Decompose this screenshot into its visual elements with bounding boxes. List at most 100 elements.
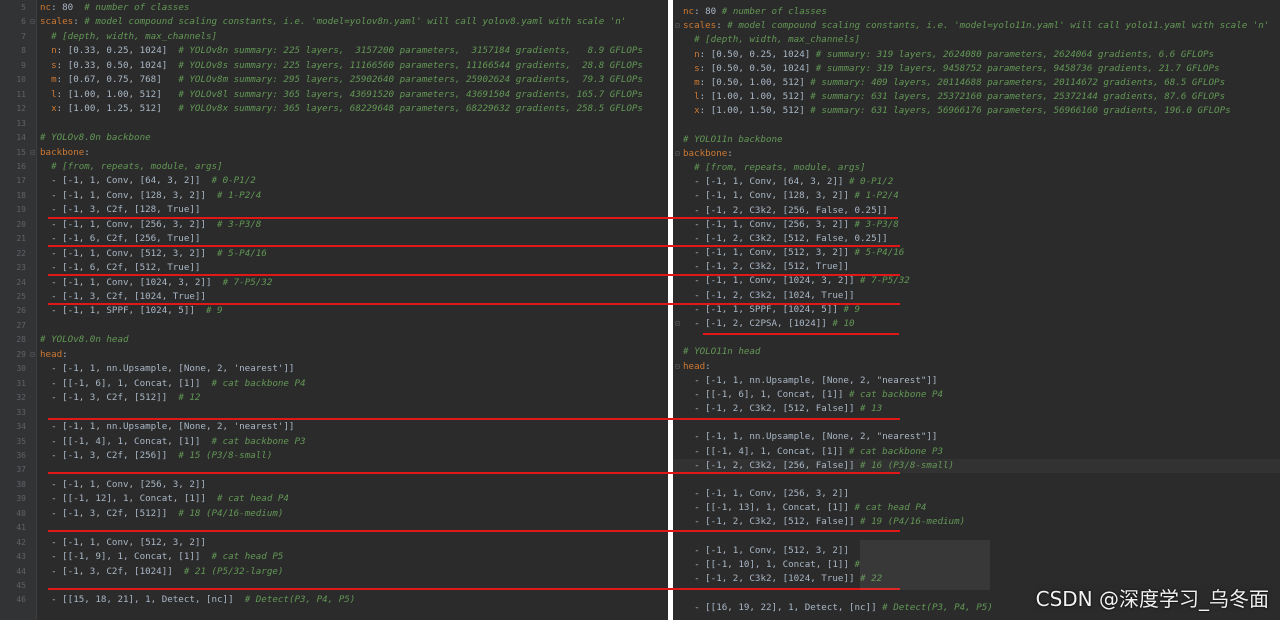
line-number: 44: [16, 566, 26, 576]
code-line[interactable]: m: [0.50, 1.00, 512] # summary: 409 laye…: [673, 76, 1280, 90]
code-line[interactable]: # YOLO11n backbone: [673, 133, 1280, 147]
yaml-value: - [-1, 1, nn.Upsample, [None, 2, 'neares…: [51, 421, 295, 433]
code-line[interactable]: - [[-1, 4], 1, Concat, [1]] # cat backbo…: [673, 445, 1280, 459]
code-line[interactable]: 44 - [-1, 3, C2f, [1024]] # 21 (P5/32-la…: [0, 565, 668, 579]
code-line[interactable]: x: [1.00, 1.50, 512] # summary: 631 laye…: [673, 104, 1280, 118]
code-line[interactable]: 8 n: [0.33, 0.25, 1024] # YOLOv8n summar…: [0, 44, 668, 58]
code-line[interactable]: 36 - [-1, 3, C2f, [256]] # 15 (P3/8-smal…: [0, 449, 668, 463]
code-line[interactable]: 42 - [-1, 1, Conv, [512, 3, 2]]: [0, 536, 668, 550]
yaml-value: - [[16, 19, 22], 1, Detect, [nc]]: [694, 601, 883, 613]
right-code-editor[interactable]: nc: 80 # number of classes ⊟ scales: # mod…: [673, 0, 1280, 620]
code-line[interactable]: - [-1, 1, Conv, [1024, 3, 2]] # 7-P5/32: [673, 274, 1280, 288]
code-line[interactable]: 10 m: [0.67, 0.75, 768] # YOLOv8m summar…: [0, 73, 668, 87]
fold-marker-icon[interactable]: ⊟: [30, 146, 35, 160]
code-line[interactable]: 18 - [-1, 1, Conv, [128, 3, 2]] # 1-P2/4: [0, 189, 668, 203]
code-text: - [-1, 1, Conv, [128, 3, 2]] # 1-P2/4: [40, 189, 261, 203]
code-line[interactable]: ⊟ scales: # model compound scaling consta…: [673, 19, 1280, 33]
code-line[interactable]: ⊟ - [-1, 2, C2PSA, [1024]] # 10: [673, 317, 1280, 331]
code-line[interactable]: 41: [0, 521, 668, 535]
code-line[interactable]: - [-1, 1, Conv, [128, 3, 2]] # 1-P2/4: [673, 189, 1280, 203]
code-line[interactable]: 12 x: [1.00, 1.25, 512] # YOLOv8x summar…: [0, 102, 668, 116]
code-line[interactable]: - [-1, 2, C3k2, [256, False]] # 16 (P3/8…: [673, 458, 1280, 474]
code-line[interactable]: # [from, repeats, module, args]: [673, 161, 1280, 175]
code-line[interactable]: 24 - [-1, 1, Conv, [1024, 3, 2]] # 7-P5/…: [0, 276, 668, 290]
code-line[interactable]: ⊟ head:: [673, 360, 1280, 374]
yaml-value: : [0.33, 0.50, 1024]: [56, 59, 179, 71]
code-line[interactable]: 14 # YOLOv8.0n backbone: [0, 131, 668, 145]
code-line[interactable]: - [-1, 1, Conv, [256, 3, 2]]: [673, 487, 1280, 501]
code-line[interactable]: - [-1, 2, C3k2, [1024, True]]: [673, 289, 1280, 303]
fold-marker-icon[interactable]: ⊟: [675, 19, 680, 33]
yaml-comment: # 21 (P5/32-large): [183, 565, 284, 577]
yaml-comment: # 15 (P3/8-small): [178, 449, 273, 461]
code-line[interactable]: 5 nc: 80 # number of classes: [0, 1, 668, 15]
code-line[interactable]: 22 - [-1, 1, Conv, [512, 3, 2]] # 5-P4/1…: [0, 247, 668, 261]
annotation-line: [48, 472, 900, 474]
yaml-value: :: [84, 146, 90, 158]
fold-marker-icon[interactable]: ⊟: [675, 360, 680, 374]
code-line[interactable]: 37: [0, 463, 668, 477]
fold-marker-icon[interactable]: ⊟: [30, 348, 35, 362]
code-line[interactable]: nc: 80 # number of classes: [673, 5, 1280, 19]
code-text: - [-1, 1, nn.Upsample, [None, 2, "neares…: [683, 430, 937, 444]
code-line[interactable]: 34 - [-1, 1, nn.Upsample, [None, 2, 'nea…: [0, 420, 668, 434]
code-line[interactable]: 32 - [-1, 3, C2f, [512]] # 12: [0, 391, 668, 405]
code-line[interactable]: - [-1, 1, nn.Upsample, [None, 2, "neares…: [673, 430, 1280, 444]
yaml-key: backbone: [683, 147, 728, 159]
fold-marker-icon[interactable]: ⊟: [675, 317, 680, 331]
code-line[interactable]: 35 - [[-1, 4], 1, Concat, [1]] # cat bac…: [0, 435, 668, 449]
code-line[interactable]: s: [0.50, 0.50, 1024] # summary: 319 lay…: [673, 62, 1280, 76]
code-line[interactable]: 31 - [[-1, 6], 1, Concat, [1]] # cat bac…: [0, 377, 668, 391]
yaml-value: - [-1, 1, Conv, [512, 3, 2]]: [694, 544, 849, 556]
code-line[interactable]: - [-1, 2, C3k2, [512, True]]: [673, 260, 1280, 274]
code-line[interactable]: - [-1, 1, nn.Upsample, [None, 2, "neares…: [673, 374, 1280, 388]
code-line[interactable]: 13: [0, 117, 668, 131]
code-line[interactable]: 27: [0, 319, 668, 333]
code-line[interactable]: [673, 473, 1280, 487]
code-line[interactable]: 30 - [-1, 1, nn.Upsample, [None, 2, 'nea…: [0, 362, 668, 376]
code-line[interactable]: 45: [0, 579, 668, 593]
fold-marker-icon[interactable]: ⊟: [675, 147, 680, 161]
code-line[interactable]: - [-1, 1, Conv, [512, 3, 2]] # 5-P4/16: [673, 246, 1280, 260]
yaml-comment: # cat backbone P4: [211, 377, 306, 389]
yaml-comment: # YOLOv8m summary: 295 layers, 25902640 …: [178, 74, 643, 86]
yaml-comment: # summary: 631 layers, 25372160 paramete…: [810, 91, 1226, 103]
code-line[interactable]: - [-1, 2, C3k2, [512, False]] # 13: [673, 402, 1280, 416]
code-line[interactable]: 6 ⊟ scales: # model compound scaling const…: [0, 15, 668, 29]
code-line[interactable]: # YOLO11n head: [673, 345, 1280, 359]
code-text: m: [0.50, 1.00, 512] # summary: 409 laye…: [683, 76, 1225, 90]
code-line[interactable]: 7 # [depth, width, max_channels]: [0, 30, 668, 44]
line-number: 35: [16, 436, 26, 446]
yaml-comment: # cat head P4: [854, 502, 927, 514]
code-line[interactable]: 43 - [[-1, 9], 1, Concat, [1]] # cat hea…: [0, 550, 668, 564]
code-line[interactable]: 16 # [from, repeats, module, args]: [0, 160, 668, 174]
code-line[interactable]: 40 - [-1, 3, C2f, [512]] # 18 (P4/16-med…: [0, 507, 668, 521]
code-line[interactable]: 28 # YOLOv8.0n head: [0, 333, 668, 347]
code-line[interactable]: ⊟ backbone:: [673, 147, 1280, 161]
code-line[interactable]: 46 - [[15, 18, 21], 1, Detect, [nc]] # D…: [0, 593, 668, 607]
code-line[interactable]: - [[-1, 6], 1, Concat, [1]] # cat backbo…: [673, 388, 1280, 402]
code-line[interactable]: [673, 118, 1280, 132]
code-line[interactable]: 9 s: [0.33, 0.50, 1024] # YOLOv8s summar…: [0, 59, 668, 73]
left-code-editor[interactable]: 5 nc: 80 # number of classes 6 ⊟ scales: # m…: [0, 0, 668, 620]
redaction-smudge: [860, 540, 990, 590]
yaml-value: - [[-1, 13], 1, Concat, [1]]: [694, 502, 855, 514]
code-line[interactable]: 17 - [-1, 1, Conv, [64, 3, 2]] # 0-P1/2: [0, 174, 668, 188]
code-line[interactable]: - [-1, 2, C3k2, [256, False, 0.25]]: [673, 204, 1280, 218]
code-line[interactable]: 19 - [-1, 3, C2f, [128, True]]: [0, 203, 668, 217]
code-line[interactable]: l: [1.00, 1.00, 512] # summary: 631 laye…: [673, 90, 1280, 104]
code-line[interactable]: - [-1, 1, Conv, [64, 3, 2]] # 0-P1/2: [673, 175, 1280, 189]
code-line[interactable]: 15 ⊟ backbone:: [0, 146, 668, 160]
code-line[interactable]: 38 - [-1, 1, Conv, [256, 3, 2]]: [0, 478, 668, 492]
code-line[interactable]: 11 l: [1.00, 1.00, 512] # YOLOv8l summar…: [0, 88, 668, 102]
code-line[interactable]: - [-1, 2, C3k2, [512, False]] # 19 (P4/1…: [673, 515, 1280, 529]
code-line[interactable]: n: [0.50, 0.25, 1024] # summary: 319 lay…: [673, 48, 1280, 62]
code-line[interactable]: 26 - [-1, 1, SPPF, [1024, 5]] # 9: [0, 304, 668, 318]
code-line[interactable]: 20 - [-1, 1, Conv, [256, 3, 2]] # 3-P3/8: [0, 218, 668, 232]
code-line[interactable]: 39 - [[-1, 12], 1, Concat, [1]] # cat he…: [0, 492, 668, 506]
code-line[interactable]: # [depth, width, max_channels]: [673, 33, 1280, 47]
code-line[interactable]: 29 ⊟ head:: [0, 348, 668, 362]
code-line[interactable]: - [[-1, 13], 1, Concat, [1]] # cat head …: [673, 501, 1280, 515]
code-line[interactable]: - [-1, 1, Conv, [256, 3, 2]] # 3-P3/8: [673, 218, 1280, 232]
fold-marker-icon[interactable]: ⊟: [30, 15, 35, 29]
